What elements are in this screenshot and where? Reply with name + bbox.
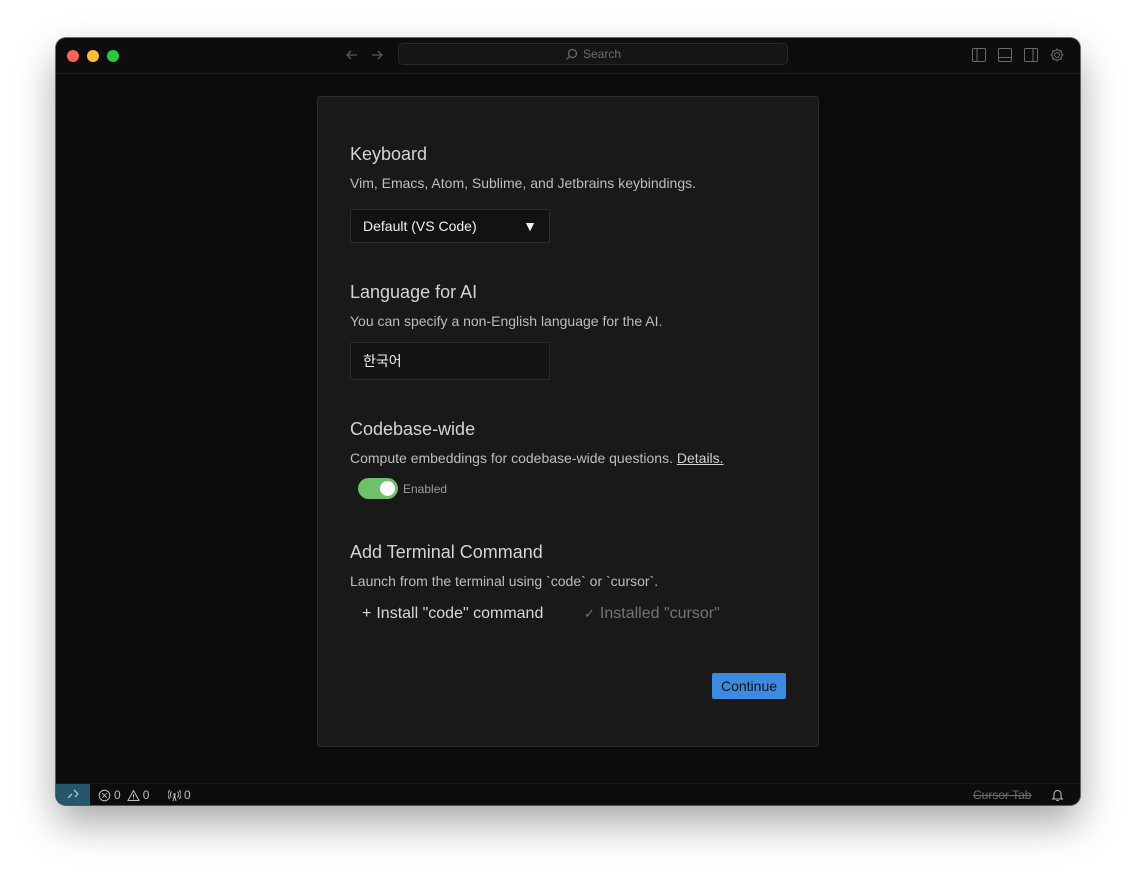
warning-icon bbox=[126, 788, 140, 801]
app-window: Search Keyboard Vim, Emacs, Atom, Sublim… bbox=[56, 38, 1080, 805]
plus-icon: + bbox=[362, 605, 372, 622]
close-window-button[interactable] bbox=[67, 50, 79, 62]
warning-count: 0 bbox=[142, 788, 150, 802]
install-code-command-button[interactable]: + Install "code" command bbox=[362, 605, 543, 623]
keybinding-select[interactable]: Default (VS Code) ▼ bbox=[350, 209, 550, 243]
ai-language-input[interactable]: 한국어 bbox=[350, 342, 550, 380]
continue-button[interactable]: Continue bbox=[712, 673, 786, 699]
codebase-description: Compute embeddings for codebase-wide que… bbox=[350, 450, 724, 466]
install-code-label: Install "code" command bbox=[376, 605, 544, 622]
keybinding-select-value: Default (VS Code) bbox=[363, 218, 477, 234]
arrow-right-icon[interactable] bbox=[368, 46, 386, 64]
onboarding-panel: Keyboard Vim, Emacs, Atom, Sublime, and … bbox=[317, 96, 819, 747]
codebase-title: Codebase-wide bbox=[350, 419, 476, 439]
title-bar: Search bbox=[56, 38, 1080, 74]
status-bar: 0 0 0 Cursor Tab bbox=[56, 783, 1080, 805]
remote-indicator-button[interactable] bbox=[56, 784, 90, 805]
cursor-tab-status[interactable]: Cursor Tab bbox=[973, 788, 1031, 802]
command-search-box[interactable]: Search bbox=[398, 43, 788, 65]
details-link[interactable]: Details. bbox=[677, 450, 724, 466]
error-count: 0 bbox=[114, 788, 121, 802]
installed-cursor-label: Installed "cursor" bbox=[599, 605, 720, 622]
keyboard-title: Keyboard bbox=[350, 144, 428, 164]
toggle-sidebar-icon[interactable] bbox=[971, 47, 987, 63]
gear-icon[interactable] bbox=[1049, 47, 1065, 63]
remote-icon bbox=[66, 787, 80, 804]
problems-indicator[interactable]: 0 0 bbox=[98, 788, 149, 802]
terminal-title: Add Terminal Command bbox=[350, 542, 543, 562]
zoom-window-button[interactable] bbox=[107, 50, 119, 62]
broadcast-icon bbox=[168, 789, 181, 801]
dropdown-caret-icon: ▼ bbox=[523, 218, 537, 234]
terminal-description: Launch from the terminal using `code` or… bbox=[350, 573, 659, 589]
language-description: You can specify a non-English language f… bbox=[350, 313, 663, 329]
checkmark-icon: ✓ bbox=[584, 606, 595, 621]
bell-icon[interactable] bbox=[1051, 788, 1064, 805]
keyboard-description: Vim, Emacs, Atom, Sublime, and Jetbrains… bbox=[350, 175, 697, 191]
search-icon bbox=[565, 48, 578, 61]
toggle-panel-icon[interactable] bbox=[997, 47, 1013, 63]
ai-language-value: 한국어 bbox=[363, 354, 402, 370]
codebase-description-text: Compute embeddings for codebase-wide que… bbox=[350, 450, 673, 466]
arrow-left-icon[interactable] bbox=[343, 46, 361, 64]
error-icon bbox=[98, 789, 111, 801]
installed-cursor-command: ✓ Installed "cursor" bbox=[584, 605, 720, 623]
embeddings-toggle[interactable] bbox=[358, 478, 398, 499]
toggle-secondary-sidebar-icon[interactable] bbox=[1023, 47, 1039, 63]
minimize-window-button[interactable] bbox=[87, 50, 99, 62]
ports-count: 0 bbox=[184, 788, 191, 802]
toggle-knob bbox=[380, 481, 395, 496]
toggle-label: Enabled bbox=[403, 482, 448, 496]
search-placeholder: Search bbox=[582, 47, 622, 61]
ports-indicator[interactable]: 0 bbox=[168, 788, 191, 802]
language-title: Language for AI bbox=[350, 282, 478, 302]
